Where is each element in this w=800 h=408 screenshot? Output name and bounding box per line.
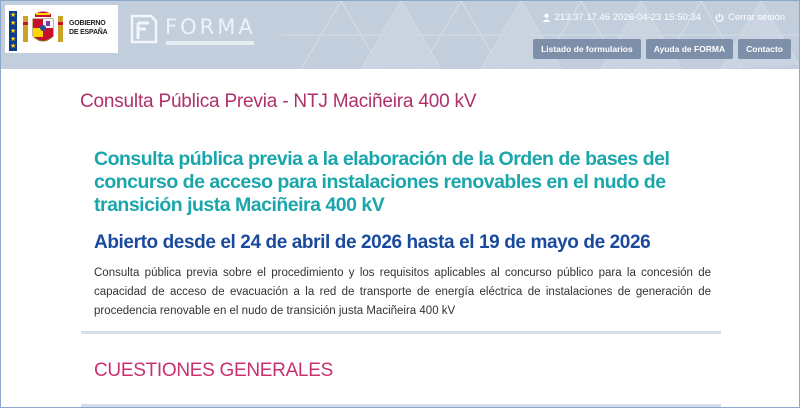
consultation-headline: Consulta pública previa a la elaboración… bbox=[94, 148, 670, 216]
forma-logo-subtitle-bar bbox=[166, 41, 254, 45]
user-icon bbox=[542, 13, 550, 22]
session-info: 213.37.17.46 2026-04-23 15:50:34 bbox=[554, 12, 701, 23]
forma-logo-title: FORMA bbox=[165, 15, 256, 39]
coat-of-arms-icon bbox=[23, 11, 63, 42]
session-bar: 213.37.17.46 2026-04-23 15:50:34 Cerrar … bbox=[542, 12, 785, 23]
nav-listado-formularios[interactable]: Listado de formularios bbox=[533, 39, 641, 59]
eu-flag-strip: ★ ★ ★ ★ ★ bbox=[9, 11, 17, 51]
page-frame: ★ ★ ★ ★ ★ GOBIERNO DE ESPAÑA FORMA 213.3… bbox=[0, 0, 800, 408]
power-icon[interactable] bbox=[715, 13, 724, 22]
section-divider-bottom bbox=[81, 404, 721, 407]
header: ★ ★ ★ ★ ★ GOBIERNO DE ESPAÑA FORMA 213.3… bbox=[1, 1, 799, 69]
section-divider bbox=[81, 331, 721, 334]
top-nav: Listado de formularios Ayuda de FORMA Co… bbox=[533, 39, 791, 59]
logout-link[interactable]: Cerrar sesión bbox=[728, 12, 785, 23]
page-title: Consulta Pública Previa - NTJ Maciñeira … bbox=[80, 91, 477, 112]
government-logo[interactable]: ★ ★ ★ ★ ★ GOBIERNO DE ESPAÑA bbox=[5, 5, 118, 53]
consultation-dates: Abierto desde el 24 de abril de 2026 has… bbox=[94, 232, 651, 253]
section-title: CUESTIONES GENERALES bbox=[94, 360, 333, 381]
forma-mark-icon bbox=[130, 14, 158, 44]
nav-contacto[interactable]: Contacto bbox=[738, 39, 791, 59]
consultation-description: Consulta pública previa sobre el procedi… bbox=[94, 267, 711, 317]
government-logo-text: GOBIERNO DE ESPAÑA bbox=[69, 20, 108, 36]
forma-logo[interactable]: FORMA bbox=[129, 11, 259, 51]
nav-ayuda-forma[interactable]: Ayuda de FORMA bbox=[645, 39, 734, 59]
